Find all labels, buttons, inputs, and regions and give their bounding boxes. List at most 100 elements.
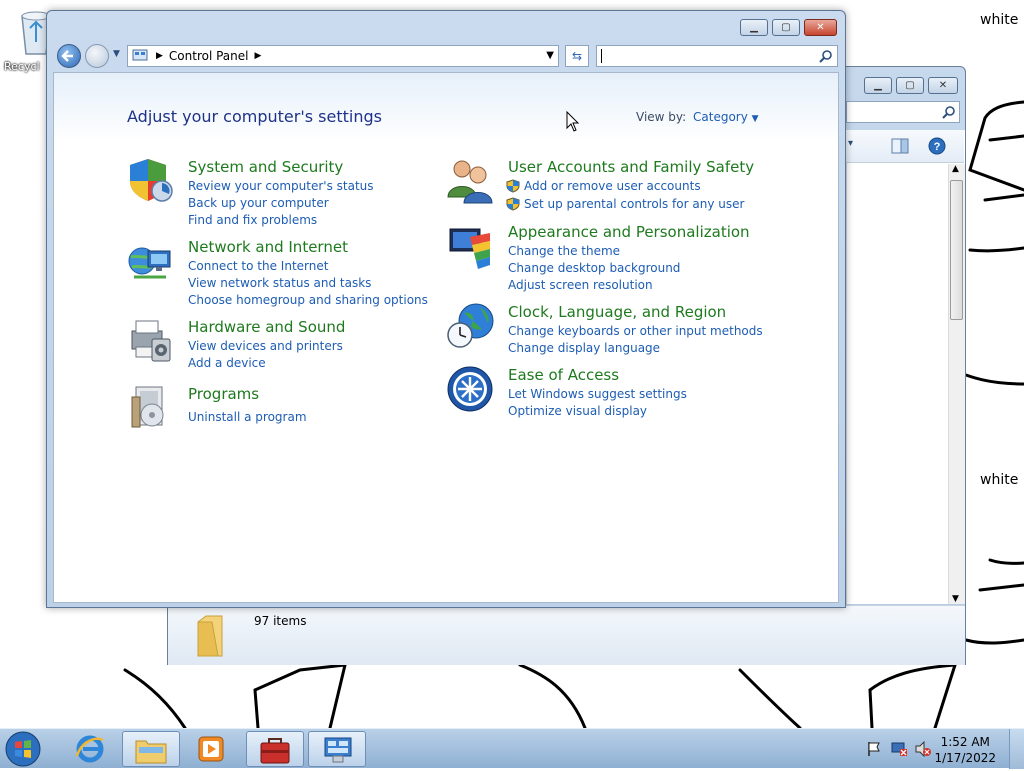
link-suggest-settings[interactable]: Let Windows suggest settings xyxy=(508,387,687,401)
taskbar-internet-explorer[interactable] xyxy=(62,731,120,767)
back-button[interactable] xyxy=(57,44,81,68)
start-button[interactable] xyxy=(4,730,44,768)
minimize-icon: ▁ xyxy=(874,79,882,91)
users-icon xyxy=(447,160,493,204)
category-network-and-internet[interactable]: Network and Internet xyxy=(188,238,348,256)
programs-icon xyxy=(131,386,164,428)
show-desktop-button[interactable] xyxy=(1009,729,1024,769)
link-uninstall-program[interactable]: Uninstall a program xyxy=(188,410,307,424)
link-screen-resolution[interactable]: Adjust screen resolution xyxy=(508,278,653,292)
address-bar[interactable]: ▶ Control Panel ▶ ▼ xyxy=(127,45,559,67)
taskbar-control-panel[interactable] xyxy=(308,731,366,767)
recycle-bin-label: Recycl xyxy=(4,60,40,73)
page-title: Adjust your computer's settings xyxy=(127,107,382,126)
category-ease-of-access[interactable]: Ease of Access xyxy=(508,366,619,384)
maximize-button[interactable]: ▢ xyxy=(772,19,800,36)
scroll-up-icon[interactable]: ▲ xyxy=(952,164,959,174)
refresh-icon: ⇆ xyxy=(571,49,583,63)
forward-button[interactable] xyxy=(85,44,109,68)
view-by-value[interactable]: Category xyxy=(693,110,748,124)
refresh-button[interactable]: ⇆ xyxy=(565,45,589,67)
link-optimize-display[interactable]: Optimize visual display xyxy=(508,404,647,418)
desktop-white-text-1: white xyxy=(980,12,1019,28)
category-programs[interactable]: Programs xyxy=(188,385,259,403)
taskbar: 1:52 AM 1/17/2022 xyxy=(0,728,1024,769)
link-find-fix-problems[interactable]: Find and fix problems xyxy=(188,213,317,227)
link-keyboards-input[interactable]: Change keyboards or other input methods xyxy=(508,324,763,338)
maximize-icon: ▢ xyxy=(905,79,915,91)
minimize-button[interactable]: ▁ xyxy=(740,19,768,36)
close-button[interactable]: ✕ xyxy=(804,19,837,36)
scroll-thumb[interactable] xyxy=(950,180,963,320)
link-review-status[interactable]: Review your computer's status xyxy=(188,179,374,193)
network-icon xyxy=(128,247,171,279)
category-clock-language-region[interactable]: Clock, Language, and Region xyxy=(508,303,726,321)
search-icon xyxy=(819,50,832,63)
category-appearance[interactable]: Appearance and Personalization xyxy=(508,223,750,241)
link-homegroup-sharing[interactable]: Choose homegroup and sharing options xyxy=(188,293,428,307)
internet-explorer-icon xyxy=(75,735,104,763)
link-change-theme[interactable]: Change the theme xyxy=(508,244,620,258)
uac-shield-icon xyxy=(506,197,520,211)
view-by-dropdown[interactable]: Category ▼ xyxy=(693,110,759,124)
vertical-scrollbar[interactable]: ▲ ▼ xyxy=(948,164,965,604)
control-panel-icon xyxy=(324,737,352,763)
control-panel-window[interactable]: ▁ ▢ ✕ ▼ ▶ Control Panel ▶ ▼ ⇆ Adjust you… xyxy=(46,10,846,608)
close-button[interactable]: ✕ xyxy=(928,77,958,94)
link-network-status[interactable]: View network status and tasks xyxy=(188,276,371,290)
link-add-remove-accounts[interactable]: Add or remove user accounts xyxy=(524,179,701,193)
link-connect-internet[interactable]: Connect to the Internet xyxy=(188,259,328,273)
windows-logo-icon xyxy=(5,731,41,767)
view-options-chevron-down-icon[interactable]: ▾ xyxy=(848,138,853,149)
volume-muted-icon[interactable] xyxy=(914,741,932,757)
minimize-button[interactable]: ▁ xyxy=(864,77,892,94)
taskbar-windows-explorer[interactable] xyxy=(122,731,180,767)
item-count-text: 97 items xyxy=(254,614,307,628)
search-input[interactable] xyxy=(596,45,838,67)
control-panel-small-icon xyxy=(132,49,148,61)
svg-text:?: ? xyxy=(934,141,941,153)
taskbar-media-player[interactable] xyxy=(182,731,240,767)
control-panel-content: Adjust your computer's settings View by:… xyxy=(53,72,839,603)
view-by-chevron-down-icon[interactable]: ▼ xyxy=(752,114,759,124)
preview-pane-icon[interactable] xyxy=(891,138,909,154)
globe-clock-icon xyxy=(447,303,494,348)
details-pane: 97 items xyxy=(168,605,965,665)
recent-pages-chevron-down-icon[interactable]: ▼ xyxy=(113,49,120,59)
minimize-icon: ▁ xyxy=(750,21,758,33)
desktop-white-text-2: white xyxy=(980,472,1019,488)
search-input[interactable] xyxy=(846,101,960,123)
media-player-icon xyxy=(198,736,224,762)
taskbar-toolbox-app[interactable] xyxy=(246,731,304,767)
breadcrumb-chevron-icon[interactable]: ▶ xyxy=(255,51,262,61)
system-clock[interactable]: 1:52 AM 1/17/2022 xyxy=(934,734,996,766)
address-dropdown-chevron-down-icon[interactable]: ▼ xyxy=(546,50,554,61)
appearance-icon xyxy=(449,228,490,269)
link-backup[interactable]: Back up your computer xyxy=(188,196,329,210)
network-disconnected-icon[interactable] xyxy=(890,741,908,757)
scroll-down-icon[interactable]: ▼ xyxy=(952,594,959,604)
maximize-button[interactable]: ▢ xyxy=(896,77,924,94)
link-desktop-background[interactable]: Change desktop background xyxy=(508,261,680,275)
folder-icon xyxy=(135,740,167,764)
maximize-icon: ▢ xyxy=(781,21,791,33)
search-text-value[interactable] xyxy=(601,49,602,63)
help-icon[interactable]: ? xyxy=(928,137,946,155)
link-parental-controls[interactable]: Set up parental controls for any user xyxy=(524,197,744,211)
breadcrumb-chevron-icon[interactable]: ▶ xyxy=(156,51,163,61)
uac-shield-icon xyxy=(506,179,520,193)
category-user-accounts[interactable]: User Accounts and Family Safety xyxy=(508,158,754,176)
link-display-language[interactable]: Change display language xyxy=(508,341,660,355)
breadcrumb-control-panel[interactable]: Control Panel xyxy=(169,49,249,63)
action-center-flag-icon[interactable] xyxy=(866,741,882,757)
search-icon xyxy=(942,106,955,119)
category-hardware-and-sound[interactable]: Hardware and Sound xyxy=(188,318,345,336)
category-system-and-security[interactable]: System and Security xyxy=(188,158,343,176)
toolbar: ▾ ? xyxy=(846,130,964,163)
folder-icon xyxy=(197,615,223,657)
link-devices-printers[interactable]: View devices and printers xyxy=(188,339,343,353)
view-by-label: View by: xyxy=(636,110,687,124)
link-add-device[interactable]: Add a device xyxy=(188,356,266,370)
printer-icon xyxy=(131,320,171,362)
toolbox-icon xyxy=(260,738,290,764)
